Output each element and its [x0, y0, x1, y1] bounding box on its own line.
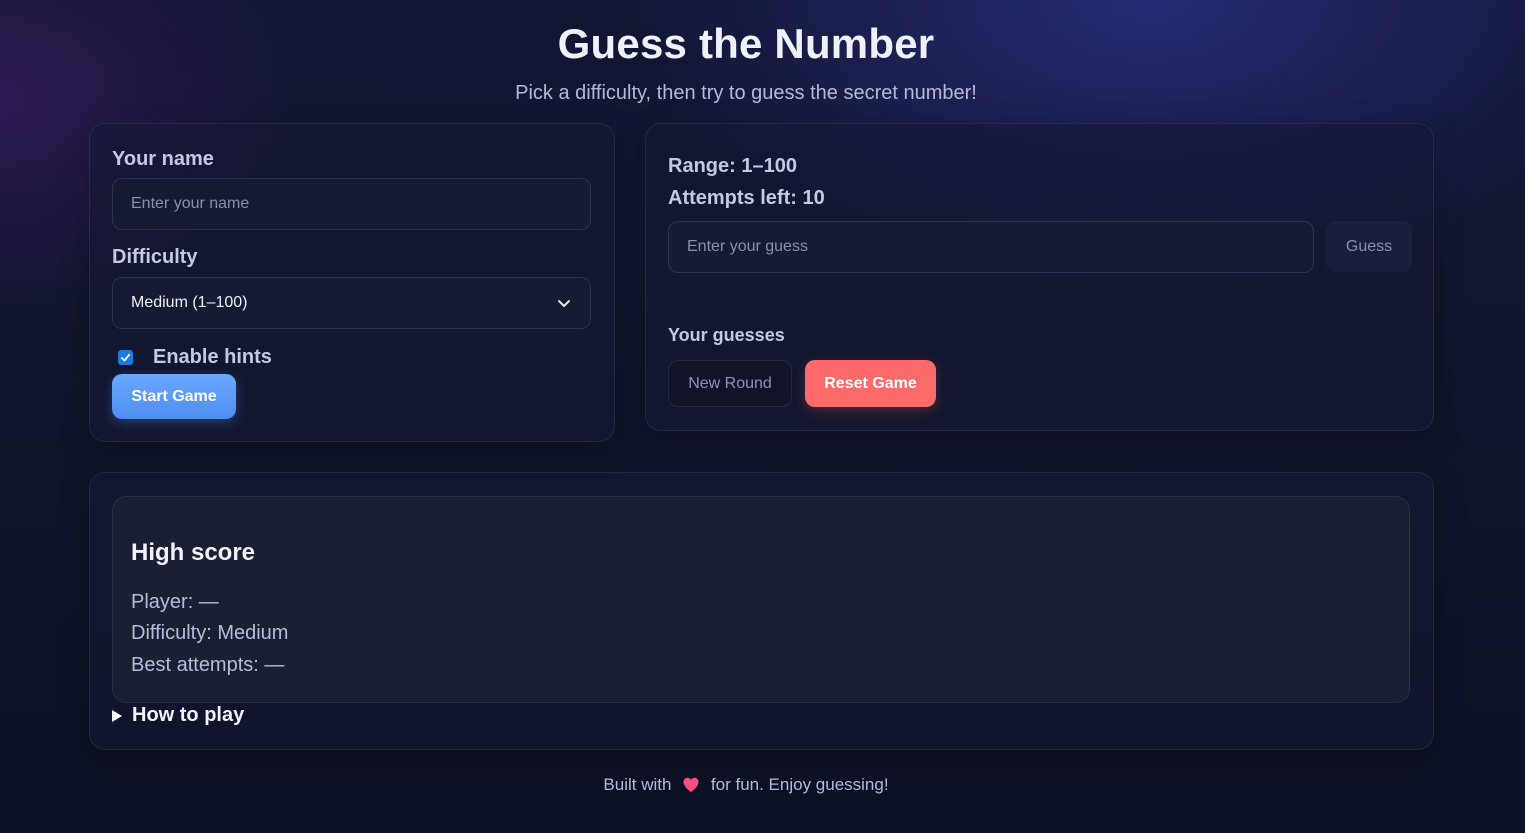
- guess-button[interactable]: Guess: [1326, 221, 1412, 272]
- guess-input[interactable]: [668, 221, 1314, 273]
- how-to-play-label: How to play: [132, 704, 245, 726]
- disclosure-triangle-icon: [112, 709, 122, 722]
- high-score-card: High score Player: — Difficulty: Medium …: [89, 472, 1434, 750]
- attempts-left-text: Attempts left: 10: [668, 187, 825, 209]
- range-text: Range: 1–100: [668, 155, 797, 177]
- difficulty-selected-value: Medium (1–100): [131, 294, 248, 311]
- high-score-title: High score: [131, 539, 256, 566]
- heart-icon: [683, 777, 699, 792]
- page-header: Guess the Number Pick a difficulty, then…: [0, 20, 1492, 105]
- new-round-button[interactable]: New Round: [668, 360, 792, 407]
- how-to-play-toggle[interactable]: How to play: [112, 704, 244, 727]
- chevron-down-icon: [558, 300, 570, 307]
- page-title: Guess the Number: [557, 20, 935, 67]
- high-score-difficulty: Difficulty: Medium: [131, 622, 289, 644]
- footer-text-after: for fun. Enjoy guessing!: [710, 775, 889, 794]
- name-input[interactable]: [112, 178, 591, 230]
- hints-row[interactable]: Enable hints: [118, 346, 272, 369]
- page-subtitle: Pick a difficulty, then try to guess the…: [515, 82, 977, 104]
- footer-text-before: Built with: [603, 775, 672, 794]
- name-label: Your name: [112, 148, 214, 170]
- your-guesses-label: Your guesses: [668, 325, 785, 345]
- game-card: Range: 1–100 Attempts left: 10 Guess You…: [645, 123, 1434, 431]
- checkmark-icon: [120, 353, 131, 362]
- difficulty-select[interactable]: Medium (1–100): [112, 277, 591, 329]
- setup-card: Your name Difficulty Medium (1–100) Enab…: [89, 123, 615, 442]
- difficulty-label: Difficulty: [112, 246, 198, 268]
- hints-label: Enable hints: [153, 346, 272, 368]
- hints-checkbox[interactable]: [118, 350, 133, 365]
- footer: Built with for fun. Enjoy guessing!: [0, 775, 1492, 795]
- high-score-player: Player: —: [131, 591, 219, 613]
- high-score-panel: High score Player: — Difficulty: Medium …: [112, 496, 1410, 703]
- high-score-best-attempts: Best attempts: —: [131, 654, 285, 676]
- start-game-button[interactable]: Start Game: [112, 374, 236, 419]
- reset-game-button[interactable]: Reset Game: [805, 360, 936, 407]
